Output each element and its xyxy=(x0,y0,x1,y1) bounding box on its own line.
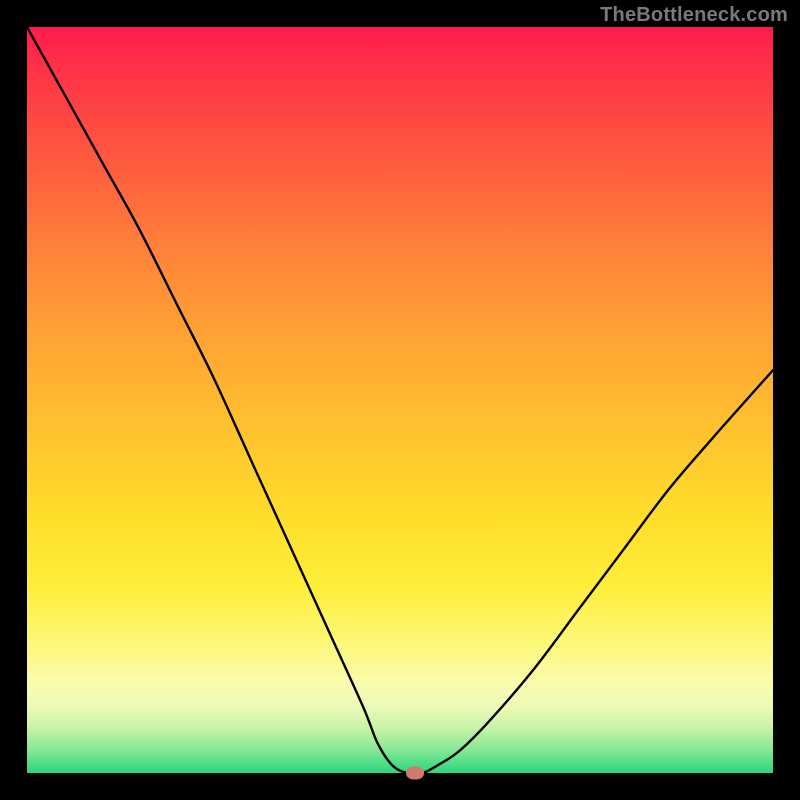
optimal-marker xyxy=(406,767,424,780)
chart-frame: TheBottleneck.com xyxy=(0,0,800,800)
attribution-label: TheBottleneck.com xyxy=(600,4,788,27)
plot-area xyxy=(27,27,773,773)
bottleneck-curve xyxy=(27,27,773,773)
